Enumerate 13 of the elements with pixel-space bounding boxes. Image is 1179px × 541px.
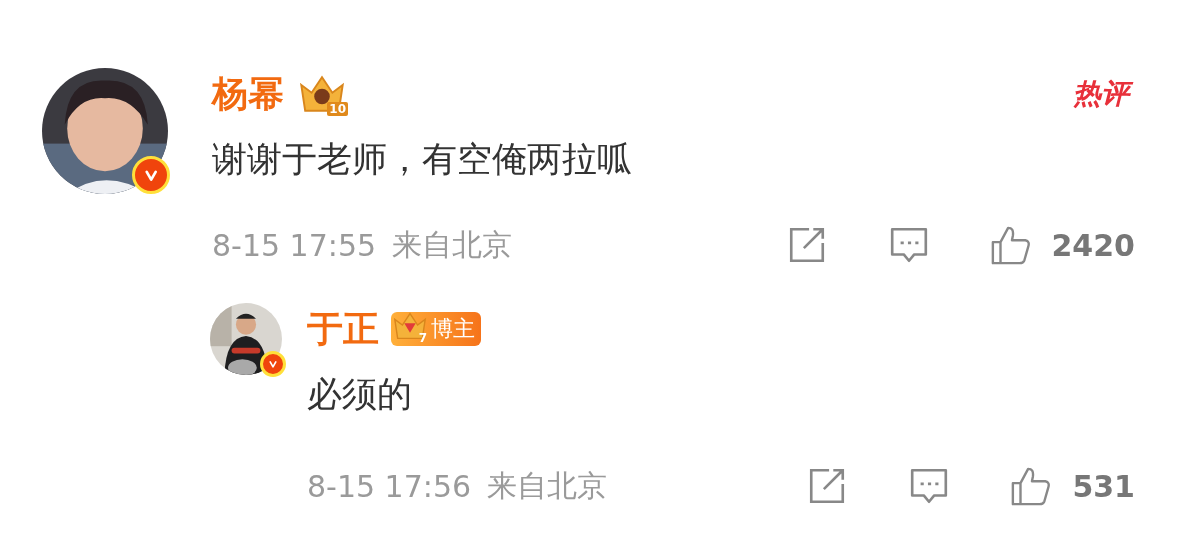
like-count: 531	[1072, 468, 1135, 504]
comment-time: 8-15 17:56	[307, 468, 472, 504]
comment-text: 必须的	[307, 373, 413, 416]
hot-comment-tag: 热评	[1071, 73, 1135, 115]
comment-time: 8-15 17:55	[212, 227, 377, 263]
author-name[interactable]: 杨幂	[212, 69, 284, 119]
thumbs-up-icon[interactable]	[1010, 465, 1053, 507]
like-count: 2420	[1051, 227, 1135, 263]
author-name[interactable]: 于正	[307, 304, 379, 354]
thumbs-up-icon[interactable]	[989, 224, 1032, 266]
comment-location: 来自北京	[487, 466, 608, 505]
comment-location: 来自北京	[392, 225, 513, 264]
comment-text: 谢谢于老师，有空俺两拉呱	[212, 138, 633, 181]
